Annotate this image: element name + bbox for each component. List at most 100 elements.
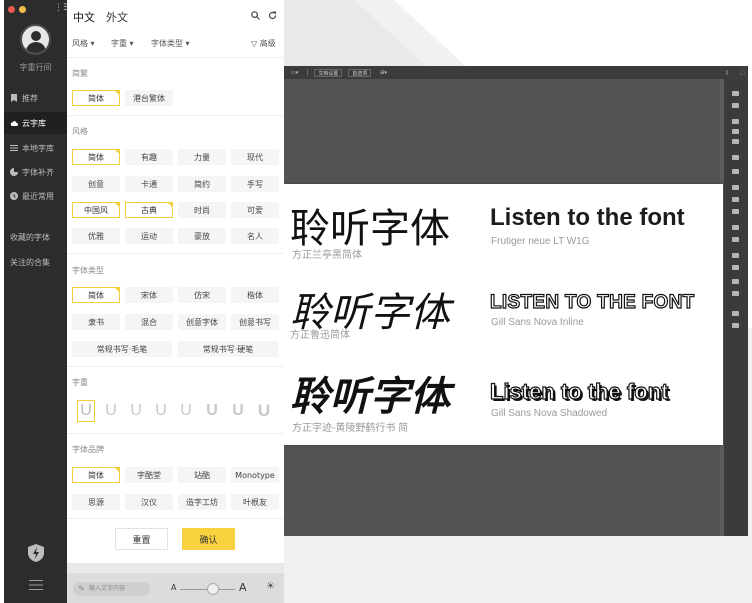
chip-hk-tw[interactable]: 港台繁体 [125,90,173,106]
tab-foreign[interactable]: 外文 [106,9,128,25]
nav-item-local[interactable]: 本地字库 [4,137,67,159]
nav-item-complete[interactable]: 字体补齐 [4,161,67,183]
nav-item-cloud[interactable]: 云字库 [4,112,67,134]
chip-type-wide[interactable]: 常规书写·硬笔 [178,341,278,357]
preview-text-input[interactable]: ✎ 输入文字内容 [73,582,150,596]
chip-style[interactable]: 时尚 [178,202,226,218]
chip-type[interactable]: 宋体 [125,287,173,303]
shield-icon[interactable] [28,544,44,562]
refresh-icon[interactable] [268,11,277,20]
chip-style[interactable]: 现代 [231,149,279,165]
weight-option[interactable]: U [229,400,247,422]
chip-style[interactable]: 创意 [72,176,120,192]
chip-brand[interactable]: 造字工坊 [178,494,226,510]
tool-icon[interactable] [732,291,739,296]
weight-option[interactable]: U [127,400,145,422]
chip-style[interactable]: 手写 [231,176,279,192]
weight-option[interactable]: U [77,400,95,422]
confirm-button[interactable]: 确认 [182,528,235,550]
chip-style[interactable]: 名人 [231,228,279,244]
chip-style[interactable]: 优雅 [72,228,120,244]
advanced-filter-button[interactable]: ▽ 高级 [251,38,276,49]
tab-chinese[interactable]: 中文 [73,9,95,26]
chip-type[interactable]: 创意书写 [231,314,279,330]
reset-button[interactable]: 重置 [115,528,168,550]
nav-item-label: 推荐 [22,93,38,103]
avatar[interactable] [20,24,51,55]
chip-style[interactable]: 卡通 [125,176,173,192]
chip-style[interactable]: 运动 [125,228,173,244]
chip-brand[interactable]: 简体 [72,467,120,483]
filter-weight[interactable]: 字重 ▾ [111,38,134,49]
tool-icon[interactable] [732,197,739,202]
chip-style[interactable]: 可爱 [231,202,279,218]
chip-brand[interactable]: Monotype [231,467,279,483]
minimize-window-button[interactable] [19,6,26,13]
tool-icon[interactable] [732,311,739,316]
weight-option[interactable]: U [177,400,195,422]
tool-icon[interactable] [732,129,739,134]
tool-icon[interactable] [732,91,739,96]
left-nav: ⋮☰ 字重行间 推荐 云字库 本地字库 字体补齐 最近常用 收藏的字体 关注的合… [4,0,71,603]
divider [67,518,284,519]
chip-brand[interactable]: 汉仪 [125,494,173,510]
chip-type[interactable]: 创意字体 [178,314,226,330]
chip-type-wide[interactable]: 常规书写·毛笔 [72,341,172,357]
tool-icon[interactable] [732,237,739,242]
nav-link-favorites[interactable]: 收藏的字体 [10,232,50,243]
panel-toggle-icon[interactable]: ▯ [723,69,732,77]
tool-icon[interactable] [732,265,739,270]
chip-brand[interactable]: 站酷 [178,467,226,483]
chip-brand[interactable]: 思源 [72,494,120,510]
toolbar-icon[interactable]: ▭▾ [288,69,301,77]
sample-en-font-1: Frutiger neue LT W1G [491,236,590,247]
hamburger-menu-icon[interactable] [29,579,43,591]
chip-style[interactable]: 中国风 [72,202,120,218]
chip-simplified[interactable]: 简体 [72,90,120,106]
chip-type[interactable]: 简体 [72,287,120,303]
close-window-button[interactable] [8,6,15,13]
chip-type[interactable]: 混合 [125,314,173,330]
weight-option[interactable]: U [152,400,170,422]
chip-type[interactable]: 隶书 [72,314,120,330]
sample-cn-3: 聆听字体 [290,373,450,420]
brightness-icon[interactable]: ☀ [266,581,275,592]
toolbar-doc-settings[interactable]: 文档设置 [314,68,343,77]
tool-icon[interactable] [732,155,739,160]
tool-icon[interactable] [732,323,739,328]
tool-icon[interactable] [732,185,739,190]
tool-icon[interactable] [732,209,739,214]
search-icon[interactable] [251,11,260,20]
tool-icon[interactable] [732,139,739,144]
weight-option[interactable]: U [102,400,120,422]
toolbar-preferences[interactable]: 首选项 [348,68,372,77]
nav-item-recent[interactable]: 最近常用 [4,185,67,207]
tool-icon[interactable] [732,279,739,284]
chip-brand[interactable]: 叶根友 [231,494,279,510]
filter-type[interactable]: 字体类型 ▾ [151,38,190,49]
nav-item-recommend[interactable]: 推荐 [4,87,67,109]
chip-brand[interactable]: 字酷堂 [125,467,173,483]
weight-option[interactable]: U [255,400,273,422]
chip-style[interactable]: 豪放 [178,228,226,244]
size-slider-handle[interactable] [207,583,219,595]
tool-icon[interactable] [732,119,739,124]
filter-style[interactable]: 风格 ▾ [72,38,95,49]
chip-type[interactable]: 楷体 [231,287,279,303]
chip-type[interactable]: 仿宋 [178,287,226,303]
tool-icon[interactable] [732,169,739,174]
chip-style[interactable]: 力量 [178,149,226,165]
arrange-icon[interactable]: ⊞▾ [377,69,390,77]
nav-link-following[interactable]: 关注的合集 [10,257,50,268]
expand-icon[interactable]: ⬚ [737,69,748,77]
chip-style[interactable]: 有趣 [125,149,173,165]
chip-style[interactable]: 简约 [178,176,226,192]
weight-option[interactable]: U [203,400,221,422]
chip-style[interactable]: 简体 [72,149,120,165]
tool-icon[interactable] [732,225,739,230]
tool-icon[interactable] [732,103,739,108]
sample-cn-font-2: 方正鲁迅简体 [290,330,350,341]
chip-style[interactable]: 古典 [125,202,173,218]
tool-icon[interactable] [732,253,739,258]
sample-cn-font-1: 方正兰亭黑简体 [292,250,362,261]
